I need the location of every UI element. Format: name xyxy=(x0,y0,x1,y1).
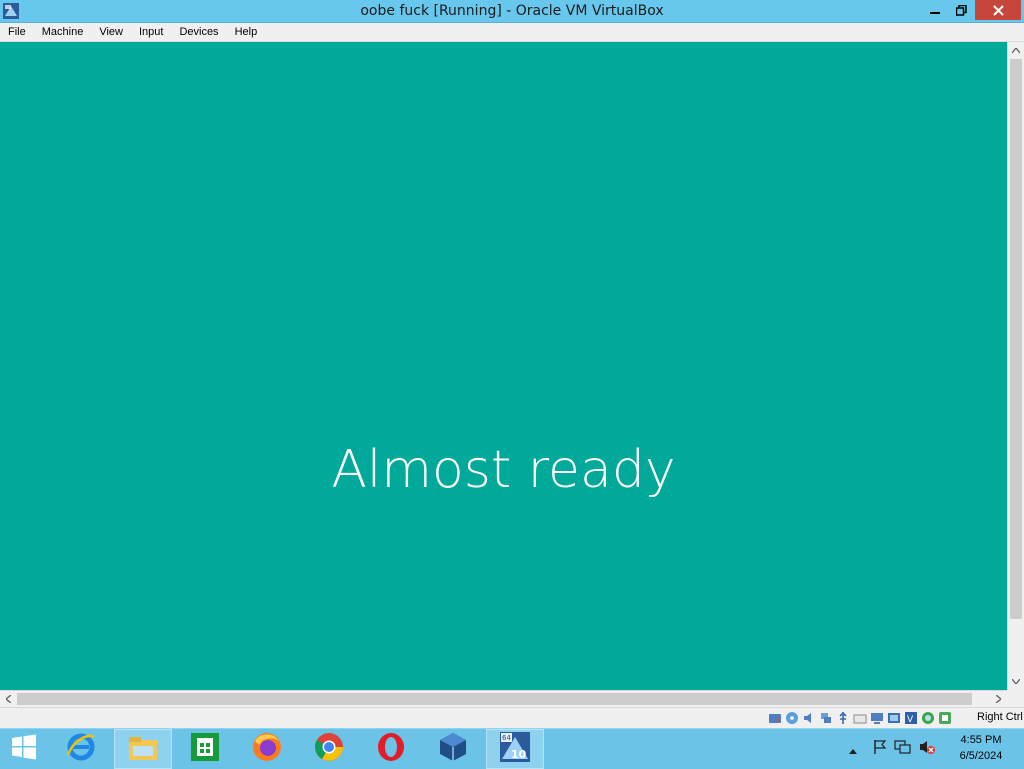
chrome-icon xyxy=(313,731,345,767)
network-icon[interactable] xyxy=(894,739,912,759)
clock-date: 6/5/2024 xyxy=(959,750,1003,762)
horizontal-scrollbar[interactable] xyxy=(0,690,1007,707)
shared-folders-icon[interactable] xyxy=(853,711,867,725)
menu-bar: File Machine View Input Devices Help xyxy=(0,23,1024,42)
display-icon[interactable] xyxy=(870,711,884,725)
scrollbar-corner xyxy=(1007,690,1024,707)
optical-drive-icon[interactable] xyxy=(785,711,799,725)
svg-text:64: 64 xyxy=(502,734,511,742)
network-icon[interactable] xyxy=(819,711,833,725)
virtualization-icon[interactable]: V xyxy=(904,711,918,725)
taskbar-virtualbox[interactable] xyxy=(424,729,482,769)
menu-input[interactable]: Input xyxy=(131,23,171,42)
virtualbox-icon xyxy=(437,731,469,767)
taskbar-firefox[interactable] xyxy=(238,729,296,769)
menu-file[interactable]: File xyxy=(0,23,34,42)
show-hidden-icons-icon[interactable] xyxy=(848,740,858,759)
svg-text:10: 10 xyxy=(511,748,527,761)
file-explorer-icon xyxy=(127,732,159,766)
clock-time: 4:55 PM xyxy=(960,734,1002,746)
taskbar-opera[interactable] xyxy=(362,729,420,769)
windows10-vm-icon: 64 10 xyxy=(499,731,531,767)
hard-disk-icon[interactable] xyxy=(768,711,782,725)
action-center-flag-icon[interactable] xyxy=(872,739,888,759)
taskbar-internet-explorer[interactable] xyxy=(52,729,110,769)
vm-status-bar: V Right Ctrl xyxy=(0,707,1024,728)
start-icon xyxy=(11,734,37,764)
opera-icon xyxy=(375,731,407,767)
close-button[interactable] xyxy=(975,0,1021,20)
horizontal-scroll-thumb[interactable] xyxy=(17,693,972,705)
scroll-left-arrow-icon[interactable] xyxy=(0,691,17,707)
menu-machine[interactable]: Machine xyxy=(34,23,92,42)
taskbar-store[interactable] xyxy=(176,729,234,769)
internet-explorer-icon xyxy=(65,731,97,767)
host-key-label: Right Ctrl xyxy=(977,711,1023,723)
usb-icon[interactable] xyxy=(836,711,850,725)
keyboard-icon[interactable] xyxy=(938,711,952,725)
svg-text:V: V xyxy=(907,715,914,725)
restore-button[interactable] xyxy=(948,0,975,20)
start-button[interactable] xyxy=(0,729,48,769)
firefox-icon xyxy=(251,731,283,767)
windows-taskbar: 64 10 4:55 PM 6/5/2024 xyxy=(0,728,1024,769)
menu-devices[interactable]: Devices xyxy=(171,23,226,42)
store-icon xyxy=(190,732,220,766)
volume-muted-icon[interactable] xyxy=(918,739,936,759)
system-tray xyxy=(848,729,936,769)
menu-view[interactable]: View xyxy=(91,23,131,42)
window-title: oobe fuck [Running] - Oracle VM VirtualB… xyxy=(360,3,664,19)
taskbar-file-explorer[interactable] xyxy=(114,729,172,769)
close-icon xyxy=(992,1,1004,20)
video-capture-icon[interactable] xyxy=(887,711,901,725)
vertical-scroll-thumb[interactable] xyxy=(1010,59,1022,619)
title-bar: oobe fuck [Running] - Oracle VM VirtualB… xyxy=(0,0,1024,23)
mouse-integration-icon[interactable] xyxy=(921,711,935,725)
vm-display[interactable]: Almost ready xyxy=(0,42,1007,690)
minimize-icon xyxy=(929,1,940,20)
minimize-button[interactable] xyxy=(921,0,948,20)
menu-help[interactable]: Help xyxy=(227,23,266,42)
scroll-up-arrow-icon[interactable] xyxy=(1008,42,1024,59)
scroll-right-arrow-icon[interactable] xyxy=(990,691,1007,707)
setup-status-message: Almost ready xyxy=(331,440,676,500)
taskbar-windows10-vm[interactable]: 64 10 xyxy=(486,729,544,769)
scroll-down-arrow-icon[interactable] xyxy=(1008,673,1024,690)
audio-icon[interactable] xyxy=(802,711,816,725)
restore-icon xyxy=(955,1,967,20)
vertical-scrollbar[interactable] xyxy=(1007,42,1024,690)
taskbar-chrome[interactable] xyxy=(300,729,358,769)
taskbar-clock[interactable]: 4:55 PM 6/5/2024 xyxy=(948,732,1014,764)
